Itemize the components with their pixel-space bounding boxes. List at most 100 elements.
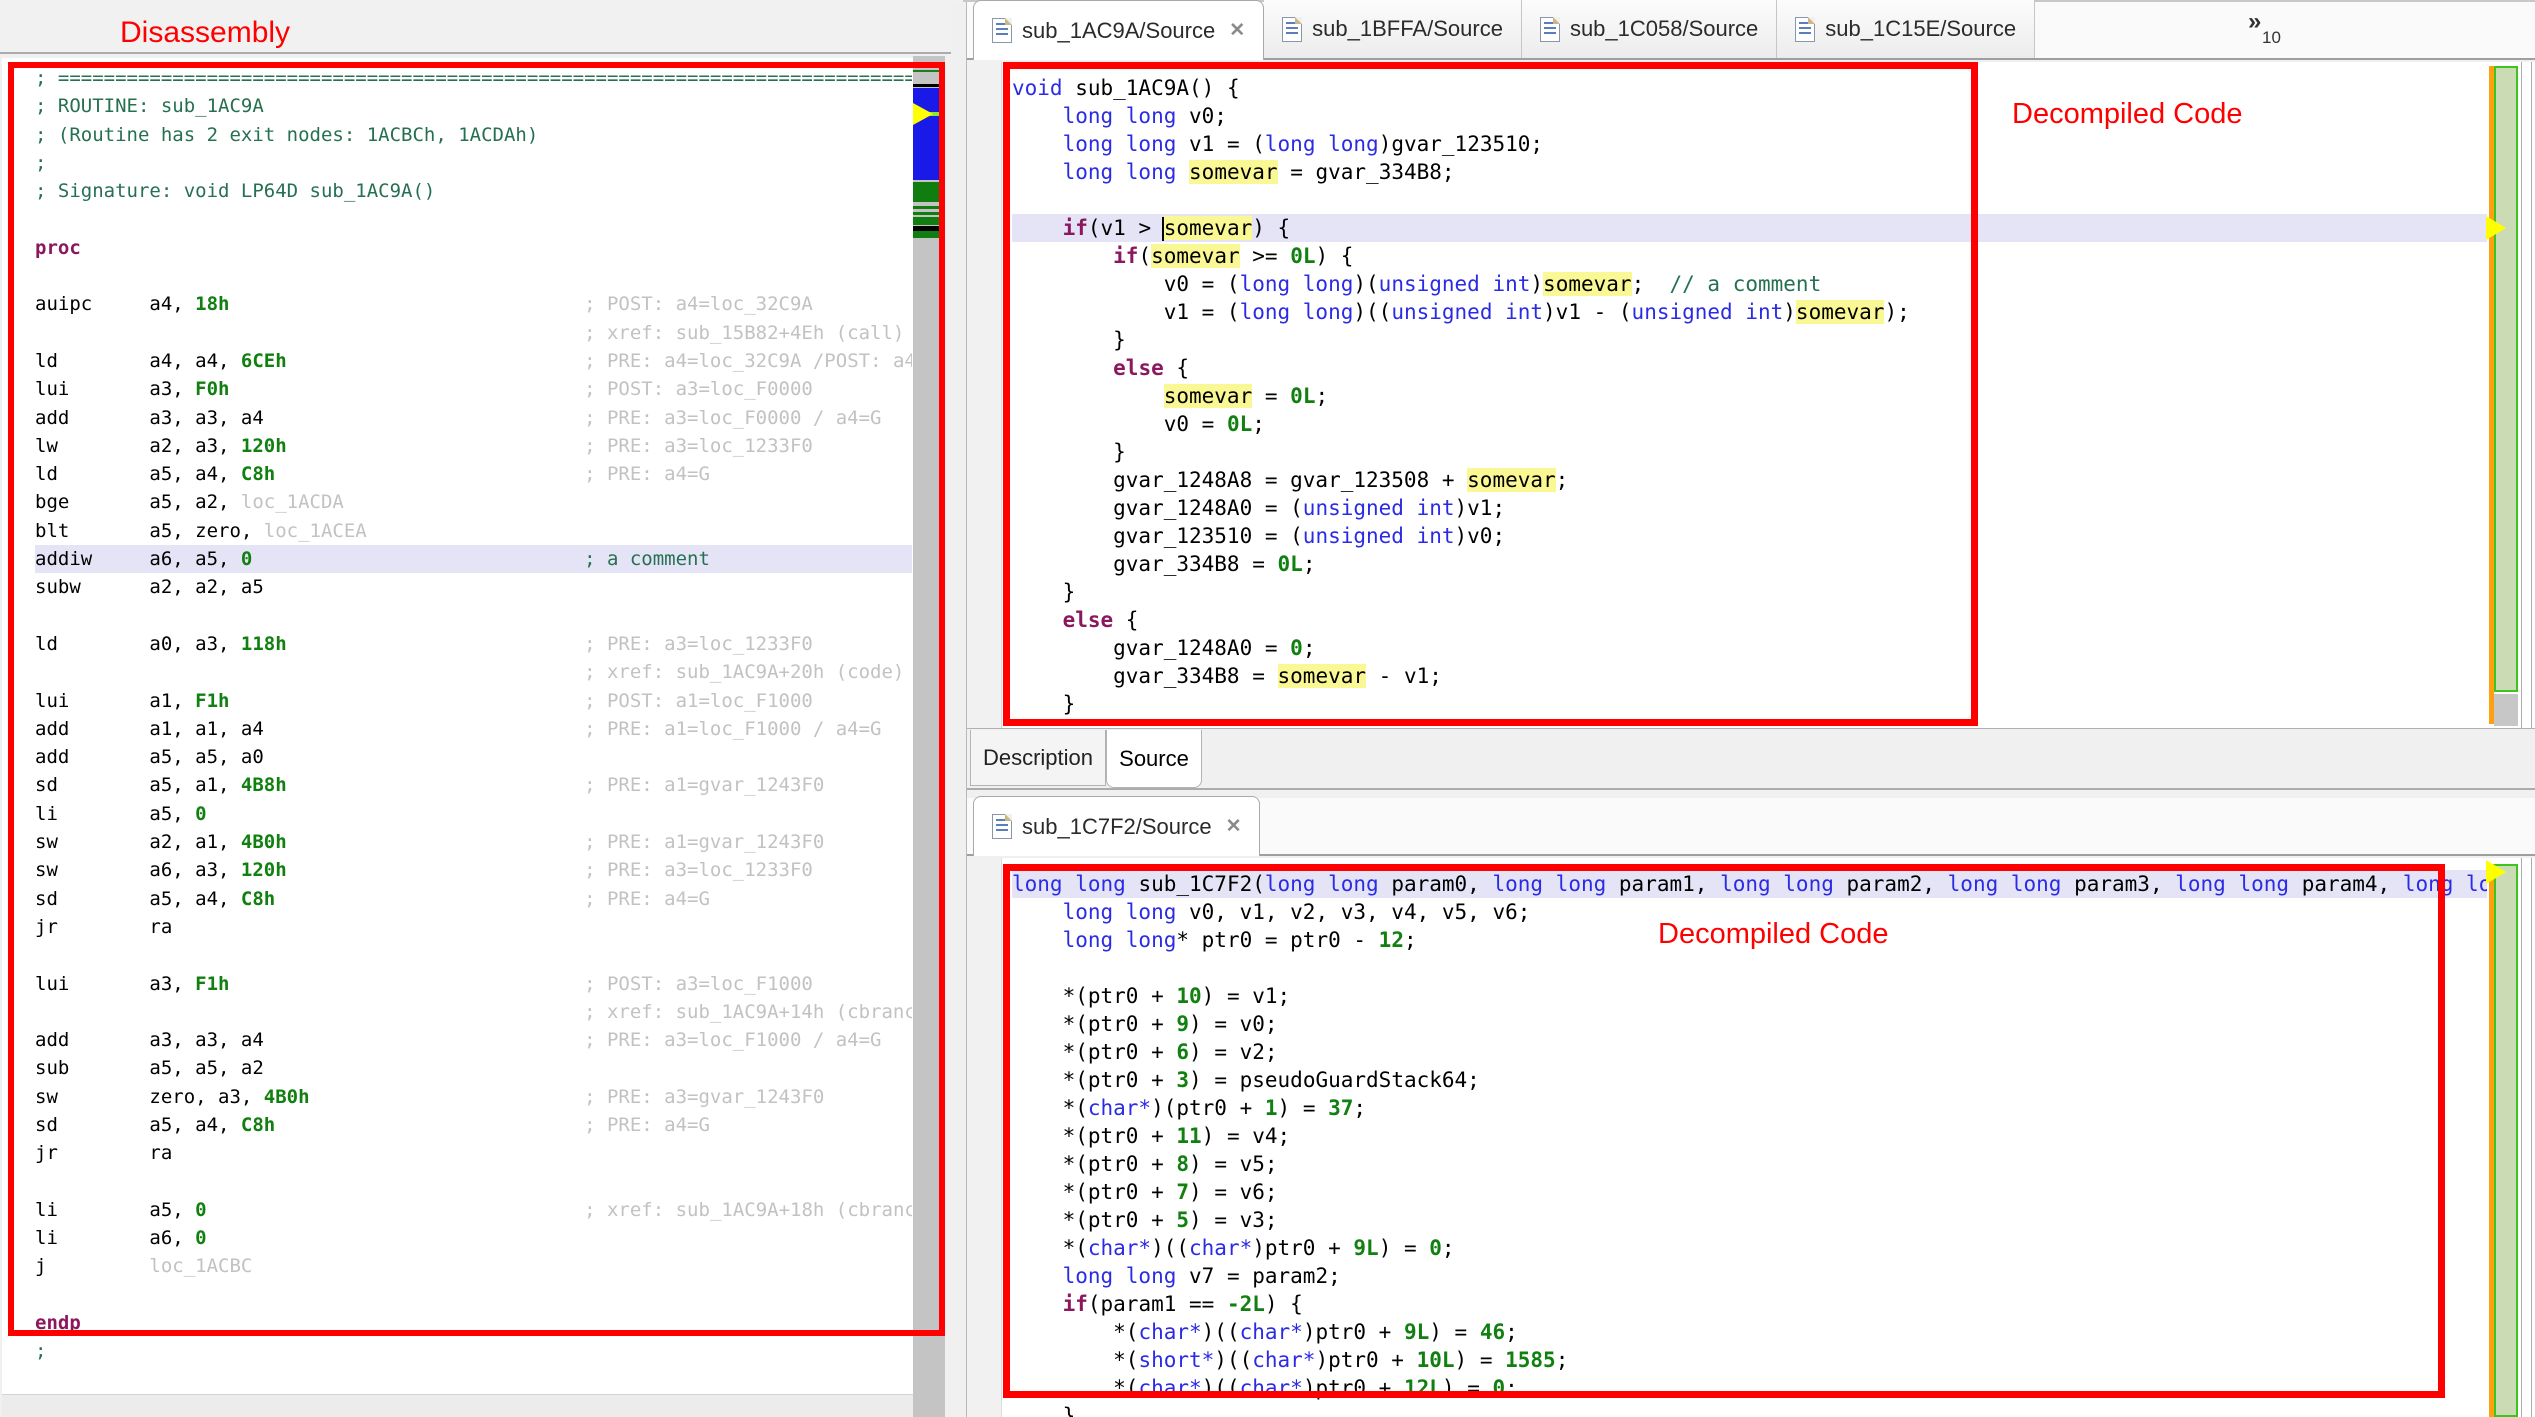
code-line: *(char*)(ptr0 + 1) = 37; bbox=[1012, 1094, 2487, 1122]
code-line: jr ra bbox=[35, 913, 912, 941]
document-icon bbox=[992, 18, 1012, 43]
code-line bbox=[35, 602, 912, 630]
text-caret bbox=[1162, 217, 1164, 241]
code-line: else { bbox=[1012, 606, 2487, 634]
code-line: sw zero, a3, 4B0h ; PRE: a3=gvar_1243F0 bbox=[35, 1083, 912, 1111]
code-line: } bbox=[1012, 438, 2487, 466]
bottom-decompiled-code-label: Decompiled Code bbox=[1658, 918, 1889, 951]
code-line: li a5, 0 ; xref: sub_1AC9A+18h (cbranch) bbox=[35, 1196, 912, 1224]
code-line: j loc_1ACBC bbox=[35, 1252, 912, 1280]
editor-tab-sub-1ac9a-source[interactable]: sub_1AC9A/Source✕ bbox=[973, 0, 1264, 60]
code-line: sub a5, a5, a2 bbox=[35, 1054, 912, 1082]
code-line: } bbox=[1012, 578, 2487, 606]
code-line: gvar_334B8 = somevar - v1; bbox=[1012, 662, 2487, 690]
tab-source[interactable]: Source bbox=[1106, 730, 1202, 788]
disassembly-code[interactable]: ; ======================================… bbox=[10, 64, 912, 1400]
bottom-tab-strip bbox=[967, 728, 2535, 790]
code-line: } bbox=[1012, 1402, 2487, 1417]
tab-label: sub_1BFFA/Source bbox=[1312, 16, 1503, 42]
code-line: jr ra bbox=[35, 1139, 912, 1167]
code-line: long long v1 = (long long)gvar_123510; bbox=[1012, 130, 2487, 158]
code-line: ld a5, a4, C8h ; PRE: a4=G bbox=[35, 460, 912, 488]
code-line bbox=[35, 1281, 912, 1309]
code-line: long long v7 = param2; bbox=[1012, 1262, 2487, 1290]
tab-label: sub_1C058/Source bbox=[1570, 16, 1758, 42]
code-line: void sub_1AC9A() { bbox=[1012, 74, 2487, 102]
editor-tab-sub-1c15e-source[interactable]: sub_1C15E/Source bbox=[1777, 0, 2035, 58]
editor-tab-sub-1c7f2-source[interactable]: sub_1C7F2/Source✕ bbox=[973, 796, 1260, 856]
overview-ruler[interactable] bbox=[2522, 62, 2531, 728]
scrollbar-track-rest[interactable] bbox=[2494, 694, 2518, 726]
top-decompiled-code[interactable]: void sub_1AC9A() { long long v0; long lo… bbox=[1002, 62, 2487, 728]
code-line: gvar_123510 = (unsigned int)v0; bbox=[1012, 522, 2487, 550]
code-line: *(ptr0 + 7) = v6; bbox=[1012, 1178, 2487, 1206]
code-line: ld a4, a4, 6CEh ; PRE: a4=loc_32C9A /POS… bbox=[35, 347, 912, 375]
overview-ruler-border bbox=[2531, 858, 2532, 1417]
code-line: ; ======================================… bbox=[35, 64, 912, 92]
overview-ruler-border bbox=[2531, 62, 2532, 728]
minimap-mark bbox=[913, 231, 945, 238]
editor-tab-sub-1c058-source[interactable]: sub_1C058/Source bbox=[1522, 0, 1777, 58]
code-line: *(ptr0 + 9) = v0; bbox=[1012, 1010, 2487, 1038]
scrollbar-thumb[interactable] bbox=[2494, 864, 2518, 1417]
minimap-mark bbox=[913, 70, 945, 72]
minimap-mark bbox=[913, 84, 945, 87]
code-line: ; xref: sub_1AC9A+20h (code) bbox=[35, 658, 912, 686]
code-line bbox=[35, 262, 912, 290]
code-line: add a3, a3, a4 ; PRE: a3=loc_F1000 / a4=… bbox=[35, 1026, 912, 1054]
code-line: long long somevar = gvar_334B8; bbox=[1012, 158, 2487, 186]
overview-ruler[interactable] bbox=[2522, 858, 2531, 1417]
panel-sash[interactable] bbox=[951, 2, 967, 1417]
code-line: ; ROUTINE: sub_1AC9A bbox=[35, 92, 912, 120]
code-line: sd a5, a4, C8h ; PRE: a4=G bbox=[35, 1111, 912, 1139]
code-line: add a3, a3, a4 ; PRE: a3=loc_F0000 / a4=… bbox=[35, 404, 912, 432]
disassembly-title: Disassembly bbox=[120, 16, 290, 50]
scrollbar-cursor-arrow-icon bbox=[2486, 216, 2506, 240]
code-line: } bbox=[1012, 690, 2487, 718]
code-line: addiw a6, a5, 0 ; a comment bbox=[35, 545, 912, 573]
code-line: sw a2, a1, 4B0h ; PRE: a1=gvar_1243F0 bbox=[35, 828, 912, 856]
code-line bbox=[35, 941, 912, 969]
code-line: ; bbox=[35, 149, 912, 177]
code-line: *(ptr0 + 6) = v2; bbox=[1012, 1038, 2487, 1066]
code-line: gvar_1248A0 = 0; bbox=[1012, 634, 2487, 662]
code-line: endp bbox=[35, 1309, 912, 1337]
code-line: lw a2, a3, 120h ; PRE: a3=loc_1233F0 bbox=[35, 432, 912, 460]
minimap-cursor-arrow-icon bbox=[913, 103, 933, 125]
disassembly-minimap[interactable] bbox=[913, 56, 945, 1417]
scrollbar-cursor-arrow-icon bbox=[2486, 860, 2506, 884]
tab-description[interactable]: Description bbox=[970, 730, 1106, 786]
tab-overflow-chevron[interactable]: » 10 bbox=[2248, 10, 2308, 58]
editor-tab-sub-1bffa-source[interactable]: sub_1BFFA/Source bbox=[1264, 0, 1522, 58]
disassembly-hscroll-track[interactable] bbox=[2, 1394, 913, 1417]
code-line: gvar_1248A0 = (unsigned int)v1; bbox=[1012, 494, 2487, 522]
code-line bbox=[35, 205, 912, 233]
code-line: else { bbox=[1012, 354, 2487, 382]
code-line: add a5, a5, a0 bbox=[35, 743, 912, 771]
code-line: v0 = (long long)(unsigned int)somevar; /… bbox=[1012, 270, 2487, 298]
hidden-tab-count: 10 bbox=[2262, 28, 2281, 48]
code-line: v1 = (long long)((unsigned int)v1 - (uns… bbox=[1012, 298, 2487, 326]
chevron-right-double-icon: » bbox=[2248, 8, 2261, 36]
code-line: li a6, 0 bbox=[35, 1224, 912, 1252]
code-line: lui a3, F0h ; POST: a3=loc_F0000 bbox=[35, 375, 912, 403]
code-line: long long v0; bbox=[1012, 102, 2487, 130]
code-line: *(ptr0 + 10) = v1; bbox=[1012, 982, 2487, 1010]
code-line bbox=[1012, 954, 2487, 982]
code-line: } bbox=[1012, 326, 2487, 354]
code-line: lui a3, F1h ; POST: a3=loc_F1000 bbox=[35, 970, 912, 998]
code-line: *(char*)((char*)ptr0 + 9L) = 0; bbox=[1012, 1234, 2487, 1262]
code-line: *(ptr0 + 11) = v4; bbox=[1012, 1122, 2487, 1150]
code-line: *(ptr0 + 5) = v3; bbox=[1012, 1206, 2487, 1234]
code-line: sd a5, a1, 4B8h ; PRE: a1=gvar_1243F0 bbox=[35, 771, 912, 799]
disassembly-header: Disassembly bbox=[0, 0, 963, 54]
annotation-gutter bbox=[967, 858, 1002, 1417]
scrollbar-thumb[interactable] bbox=[2494, 66, 2518, 692]
code-line: sw a6, a3, 120h ; PRE: a3=loc_1233F0 bbox=[35, 856, 912, 884]
close-icon[interactable]: ✕ bbox=[1225, 19, 1245, 42]
code-line: v0 = 0L; bbox=[1012, 410, 2487, 438]
code-line: auipc a4, 18h ; POST: a4=loc_32C9A bbox=[35, 290, 912, 318]
code-line: ; bbox=[35, 1337, 912, 1365]
close-icon[interactable]: ✕ bbox=[1222, 815, 1242, 838]
code-line: sd a5, a4, C8h ; PRE: a4=G bbox=[35, 885, 912, 913]
